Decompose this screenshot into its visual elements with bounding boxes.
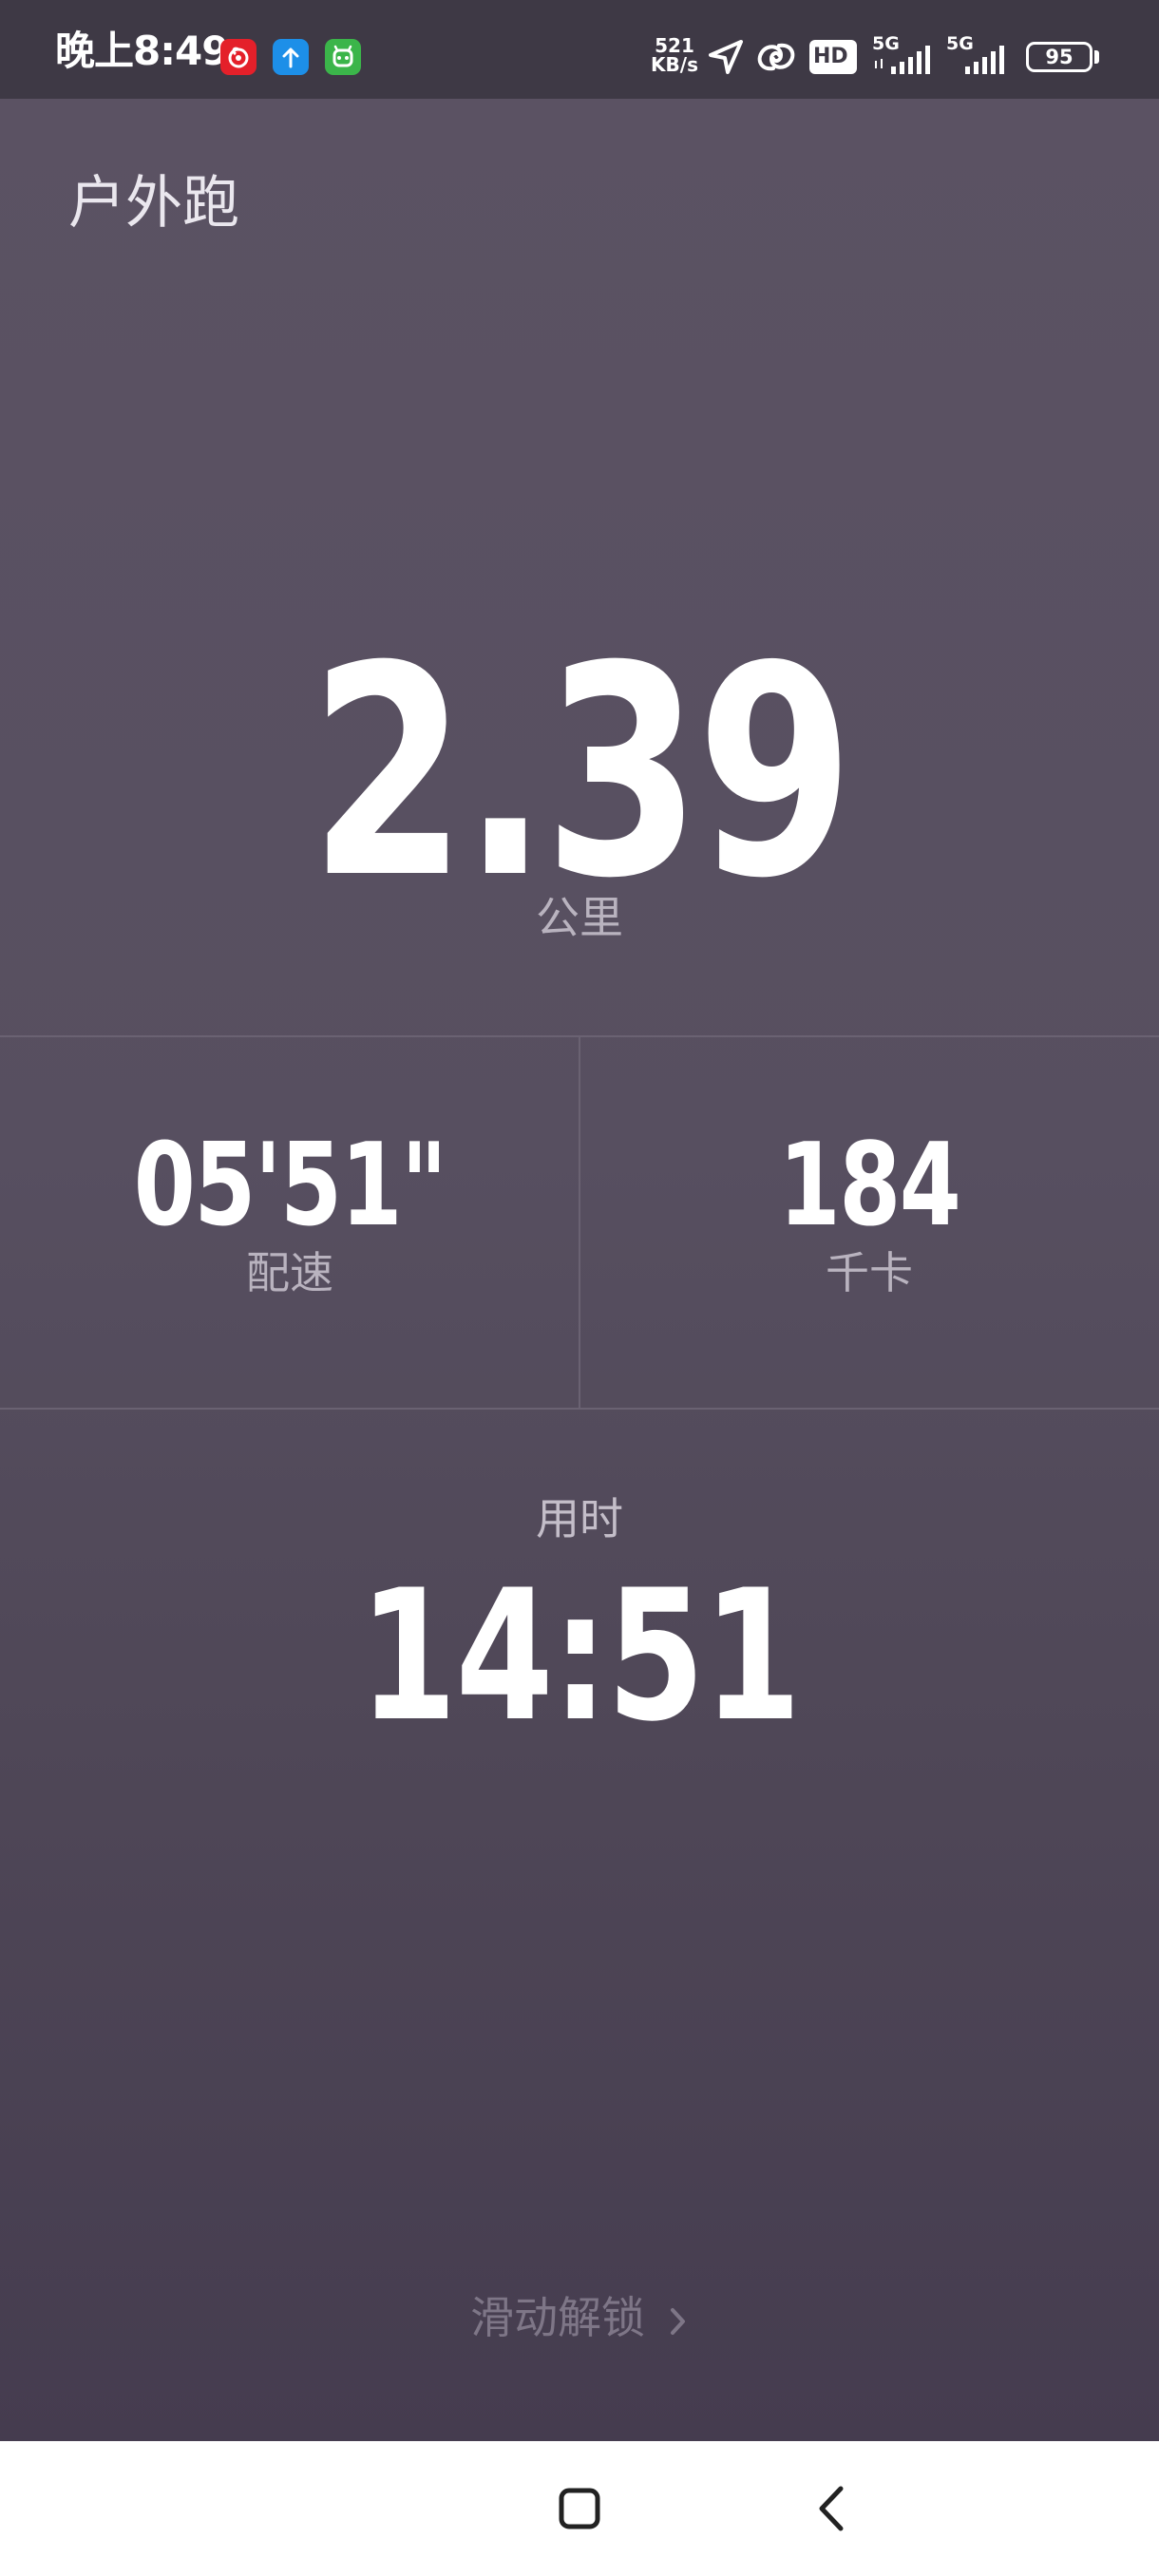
- hd-voice-icon: HD: [809, 40, 857, 74]
- signal-strength-2-icon: [965, 46, 1004, 74]
- distance-unit: 公里: [536, 892, 623, 943]
- back-arrow-icon: [819, 2486, 844, 2531]
- pace-value: 05'51": [133, 1120, 447, 1252]
- battery-level: 95: [1045, 46, 1074, 68]
- pace-label: 配速: [246, 1247, 333, 1298]
- chevron-right-icon: [671, 2307, 685, 2335]
- network-speed-unit: KB/s: [651, 53, 698, 76]
- divider-middle: [579, 1037, 580, 1408]
- robot-app-icon: [325, 39, 361, 75]
- calories-value: 184: [778, 1120, 961, 1252]
- network-speed: 521 KB/s: [648, 36, 701, 74]
- calories-label: 千卡: [826, 1247, 913, 1298]
- netease-music-icon: [220, 39, 256, 75]
- navigation-bar: [0, 2441, 1159, 2576]
- square-home-icon: [559, 2488, 600, 2529]
- signal-strength-icon: [875, 46, 930, 74]
- duration-value: 14:51: [359, 1551, 802, 1761]
- status-time: 晚上8:49: [55, 28, 229, 74]
- workout-screen: 户外跑 2.39 公里 05'51" 配速 184 千卡 用时 14:51 滑动…: [0, 99, 1159, 2441]
- hotspot-link-icon: [757, 43, 795, 71]
- duration-label: 用时: [536, 1493, 623, 1544]
- home-button[interactable]: [542, 2471, 618, 2547]
- workout-title: 户外跑: [68, 170, 239, 237]
- battery-tip: [1094, 50, 1099, 64]
- slide-to-unlock-label: 滑动解锁: [470, 2292, 645, 2343]
- location-icon: [709, 40, 743, 74]
- network-speed-value: 521: [655, 34, 694, 57]
- upload-app-icon: [273, 39, 309, 75]
- divider-bottom: [0, 1408, 1159, 1410]
- status-bar: 晚上8:49 521 KB/s HD 5G 5G 95: [0, 0, 1159, 99]
- battery-icon: 95: [1026, 42, 1092, 72]
- hd-voice-label: HD: [813, 45, 848, 68]
- distance-value: 2.39: [309, 604, 854, 941]
- back-button[interactable]: [794, 2471, 870, 2547]
- slide-to-unlock[interactable]: 滑动解锁: [0, 2289, 1159, 2346]
